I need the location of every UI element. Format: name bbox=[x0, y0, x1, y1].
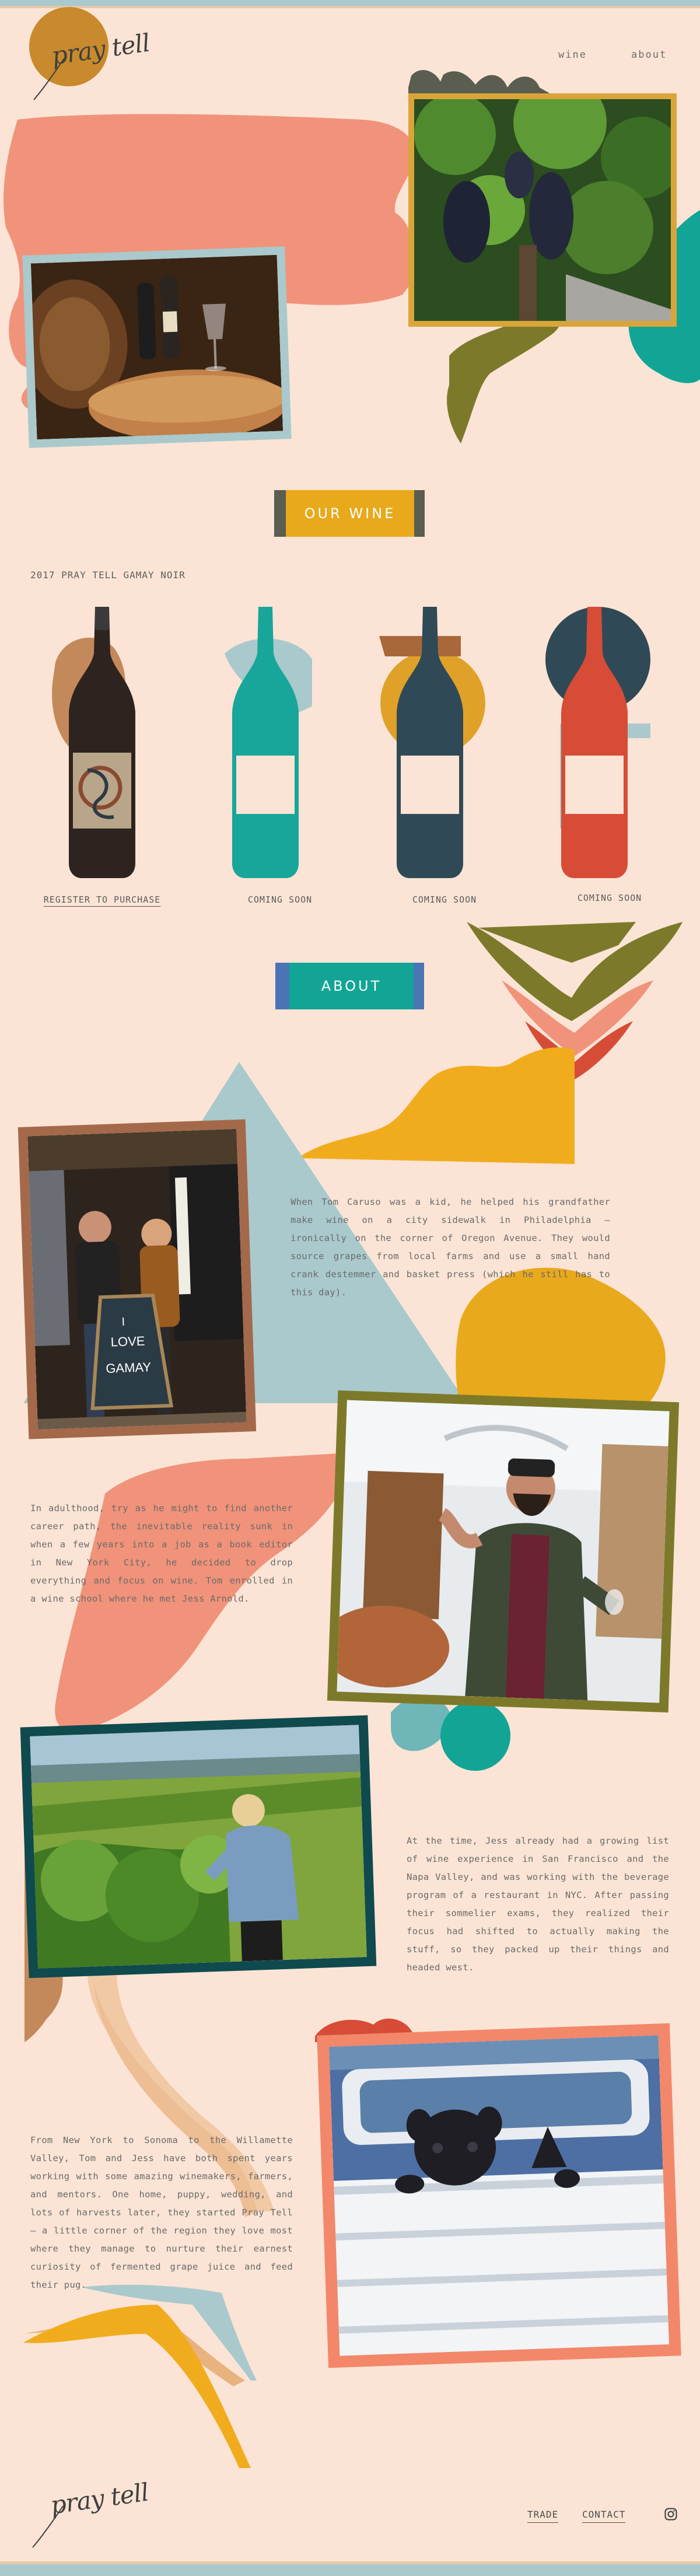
wine-bottles bbox=[69, 607, 628, 878]
vineyard-grapes-photo bbox=[408, 93, 677, 327]
jess-vineyard-photo bbox=[20, 1715, 377, 1979]
footer-logo-flourish bbox=[32, 2505, 64, 2548]
svg-text:GAMAY: GAMAY bbox=[106, 1359, 152, 1376]
tom-jess-shop-photo: I LOVE GAMAY bbox=[18, 1119, 257, 1439]
footer-contact-link[interactable]: CONTACT bbox=[582, 2509, 626, 2523]
register-to-purchase-link[interactable]: REGISTER TO PURCHASE bbox=[26, 894, 178, 905]
barrel-room-photo bbox=[22, 246, 292, 448]
tom-tasting-photo bbox=[327, 1390, 680, 1713]
our-wine-label: OUR WINE bbox=[274, 490, 425, 537]
our-wine-text: OUR WINE bbox=[304, 505, 396, 522]
about-paragraph-2: In adulthood, try as he might to find an… bbox=[30, 1503, 293, 1604]
bottle-coming-soon-1 bbox=[232, 607, 299, 878]
about-text: ABOUT bbox=[321, 978, 382, 994]
about-label: ABOUT bbox=[275, 963, 424, 1009]
about-paragraph-3: At the time, Jess already had a growing … bbox=[407, 1836, 669, 1973]
coming-soon-label-3: COMING SOON bbox=[577, 893, 642, 903]
coming-soon-label-2: COMING SOON bbox=[412, 894, 477, 905]
bottle-coming-soon-2 bbox=[397, 607, 463, 878]
coming-soon-label-1: COMING SOON bbox=[247, 894, 313, 905]
about-paragraph-4: From New York to Sonoma to the Willamett… bbox=[30, 2135, 293, 2290]
logo-flourish bbox=[33, 58, 65, 100]
chalkboard-text: I bbox=[121, 1316, 125, 1329]
bottle-coming-soon-3 bbox=[561, 607, 628, 878]
about-paragraph-1: When Tom Caruso was a kid, he helped his… bbox=[290, 1197, 610, 1298]
nav-about[interactable]: about bbox=[631, 49, 667, 61]
instagram-icon[interactable] bbox=[664, 2508, 677, 2521]
wine-heading: 2017 PRAY TELL GAMAY NOIR bbox=[30, 569, 186, 581]
svg-text:LOVE: LOVE bbox=[110, 1334, 145, 1350]
footer-trade-link[interactable]: TRADE bbox=[527, 2509, 559, 2523]
nav-wine[interactable]: wine bbox=[558, 49, 587, 61]
bottle-gamay-noir[interactable] bbox=[69, 607, 135, 878]
pug-truck-photo bbox=[317, 2023, 681, 2368]
